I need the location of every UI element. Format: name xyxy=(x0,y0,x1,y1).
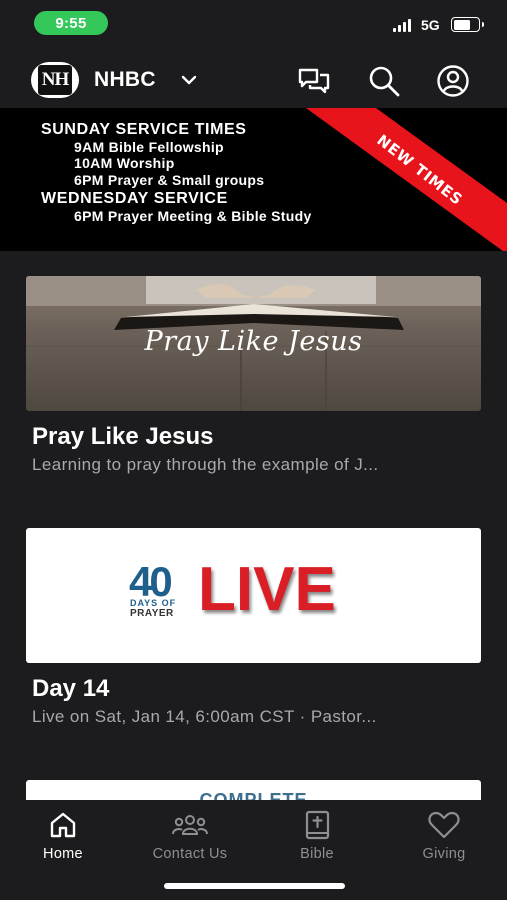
home-icon xyxy=(50,812,76,838)
tab-contact-us[interactable]: Contact Us xyxy=(140,810,240,862)
service-times-text: SUNDAY SERVICE TIMES 9AM Bible Fellowshi… xyxy=(41,121,312,225)
tab-label: Bible xyxy=(300,846,334,862)
image-caption: Pray Like Jesus xyxy=(144,326,363,357)
card-subtitle: Learning to pray through the example of … xyxy=(32,455,379,474)
pray-like-jesus-image[interactable]: Pray Like Jesus xyxy=(26,276,481,411)
tab-label: Home xyxy=(43,846,83,862)
church-logo[interactable]: NH xyxy=(31,62,79,98)
card-title[interactable]: Pray Like Jesus xyxy=(32,423,213,451)
chat-icon[interactable] xyxy=(297,64,331,98)
search-icon[interactable] xyxy=(367,64,401,98)
tab-bible[interactable]: Bible xyxy=(267,810,367,862)
account-icon[interactable] xyxy=(436,64,470,98)
card-title[interactable]: Day 14 xyxy=(32,675,109,703)
tab-label: Giving xyxy=(422,846,466,862)
heart-icon xyxy=(428,811,460,839)
wednesday-item: 6PM Prayer Meeting & Bible Study xyxy=(74,207,312,224)
battery-icon xyxy=(451,17,484,32)
card-subtitle: Live on Sat, Jan 14, 6:00am CST · Pastor… xyxy=(32,707,377,726)
people-icon xyxy=(172,815,208,835)
tab-giving[interactable]: Giving xyxy=(394,810,494,862)
home-indicator xyxy=(164,883,345,889)
status-time: 9:55 xyxy=(34,11,108,35)
status-bar: 9:55 5G xyxy=(0,0,507,48)
tab-home[interactable]: Home xyxy=(13,810,113,862)
sunday-item: 9AM Bible Fellowship xyxy=(74,138,224,155)
new-times-ribbon xyxy=(306,108,507,251)
org-name[interactable]: NHBC xyxy=(94,68,156,92)
prayer-text: PRAYER xyxy=(130,608,174,619)
bible-icon xyxy=(305,810,330,840)
sunday-item: 10AM Worship xyxy=(74,155,175,172)
sunday-item: 6PM Prayer & Small groups xyxy=(74,171,265,188)
sunday-heading: SUNDAY SERVICE TIMES xyxy=(41,121,247,138)
service-times-banner[interactable]: SUNDAY SERVICE TIMES 9AM Bible Fellowshi… xyxy=(0,108,507,251)
chevron-down-icon[interactable] xyxy=(179,70,199,90)
cellular-signal-icon xyxy=(393,19,411,32)
app-header: NH NHBC xyxy=(0,48,507,108)
live-text: LIVE xyxy=(198,555,336,624)
network-type: 5G xyxy=(421,17,440,33)
days-of-text: DAYS OF xyxy=(130,598,177,608)
tab-label: Contact Us xyxy=(152,846,228,862)
wednesday-heading: WEDNESDAY SERVICE xyxy=(41,190,228,208)
forty-days-live-image[interactable]: 40 DAYS OF PRAYER LIVE xyxy=(26,528,481,663)
logo-monogram: NH xyxy=(38,65,72,95)
